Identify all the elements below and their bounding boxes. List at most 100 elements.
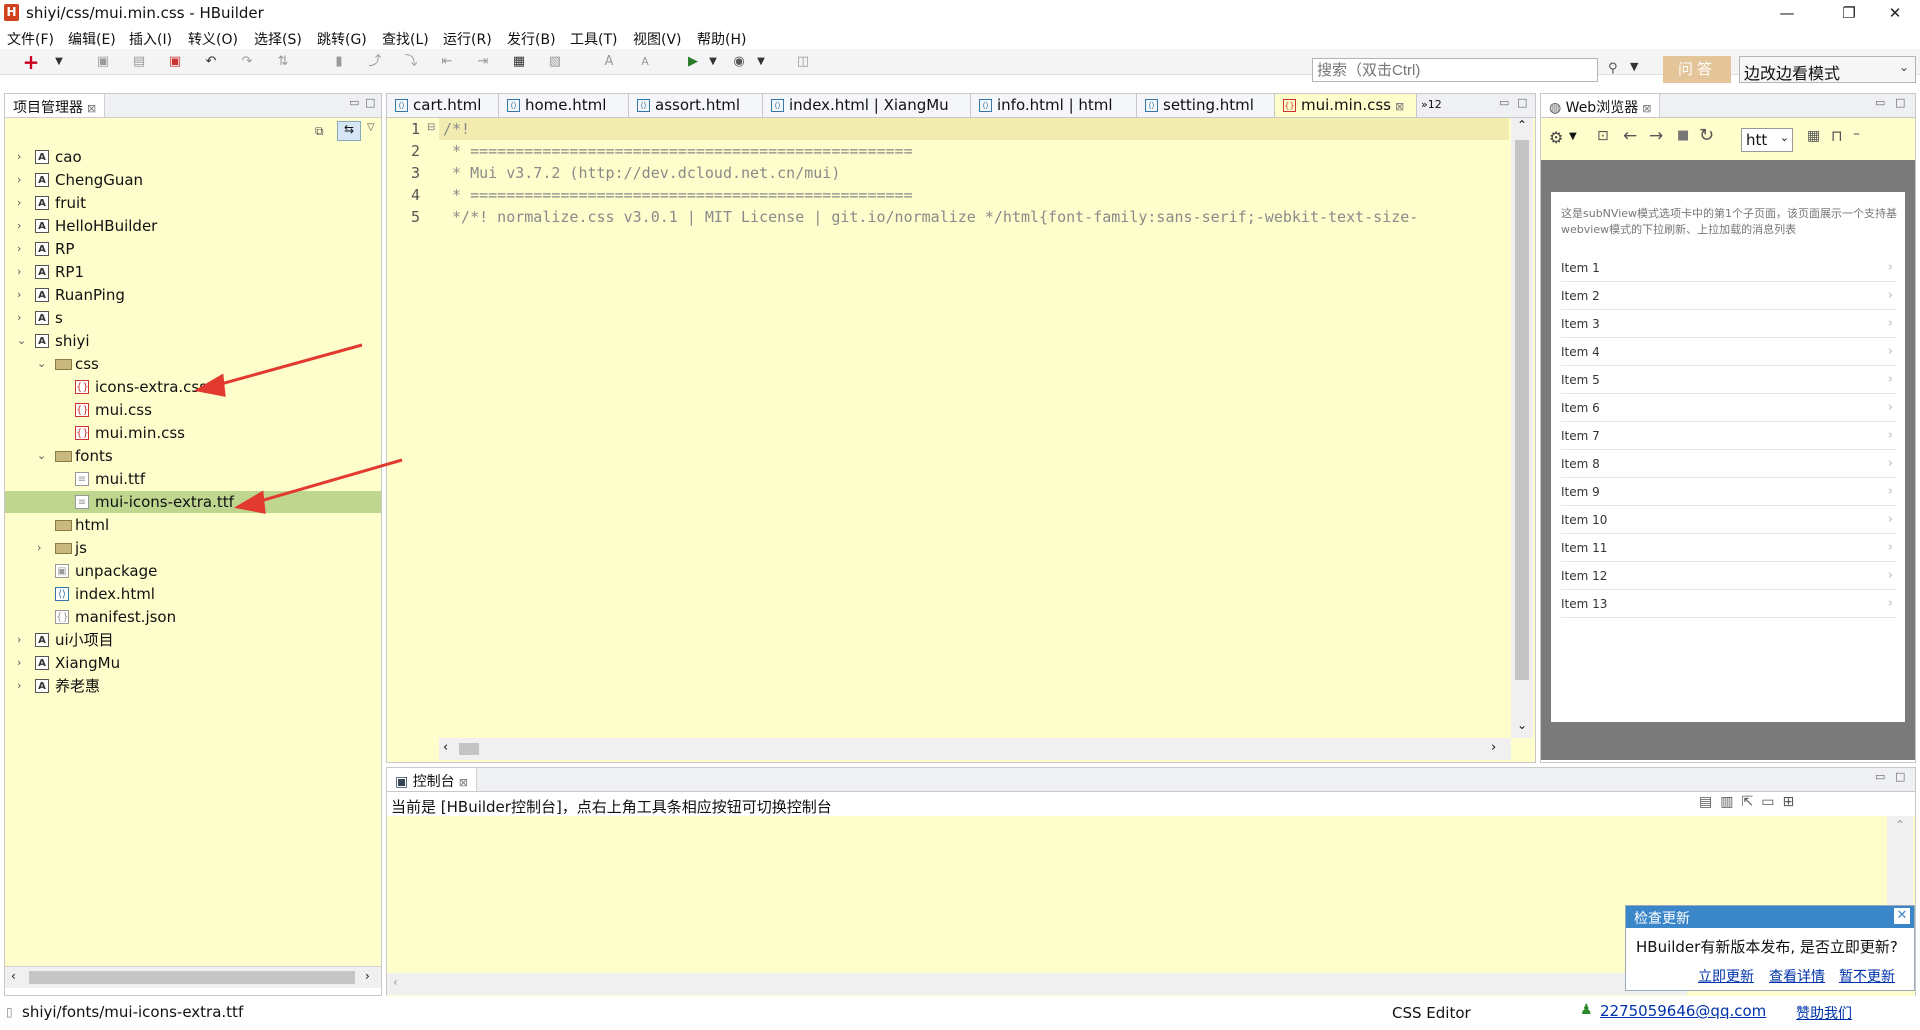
maximize-panel-icon[interactable]: □ xyxy=(1517,96,1527,109)
address-input[interactable]: htt ⌄ xyxy=(1741,128,1793,152)
minimize-button[interactable]: — xyxy=(1764,0,1810,27)
ask-button[interactable]: 问答 xyxy=(1663,56,1731,83)
search-icon[interactable]: ⚲ xyxy=(1608,61,1618,76)
prev-edit-icon[interactable]: ⤴ xyxy=(366,53,384,71)
close-file-icon[interactable]: ▣ xyxy=(166,53,184,71)
scroll-up-icon[interactable]: ⌃ xyxy=(1895,818,1905,832)
list-item[interactable]: Item 7 › xyxy=(1561,422,1897,450)
tree-item[interactable]: › A ChengGuan xyxy=(5,169,381,191)
list-item[interactable]: Item 12 › xyxy=(1561,562,1897,590)
tree-item[interactable]: {} icons-extra.css xyxy=(5,376,381,398)
list-item[interactable]: Item 2 › xyxy=(1561,282,1897,310)
new-dropdown-icon[interactable]: ▼ xyxy=(50,53,68,71)
tree-item[interactable]: › A RuanPing xyxy=(5,284,381,306)
link-editor-icon[interactable]: ⇆ xyxy=(337,121,361,141)
list-item[interactable]: Item 1 › xyxy=(1561,254,1897,282)
scroll-thumb[interactable] xyxy=(459,743,479,755)
collapse-arrow-icon[interactable]: › xyxy=(17,238,21,260)
minimize-panel-icon[interactable]: ▭ xyxy=(1875,96,1885,109)
close-icon[interactable]: ✕ xyxy=(1894,908,1910,924)
tree-item[interactable]: html xyxy=(5,514,381,536)
save-all-icon[interactable]: ▤ xyxy=(130,53,148,71)
menu-find[interactable]: 查找(L) xyxy=(382,29,429,49)
display-console-icon[interactable]: ▭ xyxy=(1761,794,1782,810)
scroll-left-icon[interactable]: ‹ xyxy=(443,740,448,755)
tree-item[interactable]: › Afruit xyxy=(5,192,381,214)
maximize-panel-icon[interactable]: □ xyxy=(365,96,375,109)
collapse-arrow-icon[interactable]: › xyxy=(17,652,21,674)
more-icon[interactable]: – xyxy=(1853,126,1860,142)
gear-icon[interactable]: ⚙ xyxy=(1549,128,1563,147)
lock-icon[interactable]: ⊓ xyxy=(1831,127,1843,145)
menu-edit[interactable]: 编辑(E) xyxy=(68,29,116,49)
tab-web-browser[interactable]: ◍ Web浏览器 ⊠ xyxy=(1541,94,1661,117)
expand-arrow-icon[interactable]: ⌄ xyxy=(37,445,46,467)
fold-icon[interactable]: ⊟ xyxy=(427,122,435,133)
tree-item[interactable]: › Aui小项目 xyxy=(5,629,381,651)
skip-update-link[interactable]: 暂不更新 xyxy=(1839,966,1895,986)
tree-item[interactable]: › As xyxy=(5,307,381,329)
list-item[interactable]: Item 9 › xyxy=(1561,478,1897,506)
refresh-icon[interactable]: ↻ xyxy=(1699,125,1714,146)
tree-item[interactable]: › js xyxy=(5,537,381,559)
tab-info-html[interactable]: ⟨⟩ info.html | html xyxy=(971,94,1137,117)
save-icon[interactable]: ▣ xyxy=(94,53,112,71)
search-dropdown-icon[interactable]: ▼ xyxy=(1630,60,1638,73)
minimize-panel-icon[interactable]: ▭ xyxy=(1499,96,1509,109)
comment-icon[interactable]: ▦ xyxy=(510,53,528,71)
debug-icon[interactable]: ◉ xyxy=(730,53,748,71)
forward-icon[interactable]: → xyxy=(1649,126,1663,146)
tree-item[interactable]: › A HelloHBuilder xyxy=(5,215,381,237)
mode-select[interactable]: 边改边看模式 ⌄ xyxy=(1739,56,1916,83)
restore-button[interactable]: ❐ xyxy=(1826,0,1872,27)
font-decrease-icon[interactable]: A xyxy=(636,53,654,71)
go-start-icon[interactable]: ⇤ xyxy=(438,53,456,71)
expand-arrow-icon[interactable]: ⌄ xyxy=(17,330,26,352)
tree-item[interactable]: › A 养老惠 xyxy=(5,675,381,697)
sponsor-link[interactable]: 赞助我们 xyxy=(1796,1003,1852,1023)
go-end-icon[interactable]: ⇥ xyxy=(474,53,492,71)
tree-item[interactable]: ⟨⟩ index.html xyxy=(5,583,381,605)
pin-console-icon[interactable]: ⇱ xyxy=(1741,794,1761,810)
tab-assort-html[interactable]: ⟨⟩ assort.html xyxy=(629,94,763,117)
tree-item[interactable]: ⌄ fonts xyxy=(5,445,381,467)
clear-console-icon[interactable]: ▤ xyxy=(1699,794,1720,810)
close-icon[interactable]: ⊠ xyxy=(1395,100,1404,113)
collapse-arrow-icon[interactable]: › xyxy=(17,169,21,191)
collapse-arrow-icon[interactable]: › xyxy=(17,146,21,168)
new-file-icon[interactable]: + xyxy=(22,52,40,72)
list-item[interactable]: Item 10 › xyxy=(1561,506,1897,534)
tree-item[interactable]: ⌄ Ashiyi xyxy=(5,330,381,352)
tab-console[interactable]: ▣ 控制台 ⊠ xyxy=(387,768,477,791)
font-increase-icon[interactable]: A xyxy=(600,53,618,71)
close-icon[interactable]: ⊠ xyxy=(87,102,96,115)
collapse-arrow-icon[interactable]: › xyxy=(37,537,41,559)
code-editor[interactable]: 1 2 3 4 5 ⊟ /*! * ======================… xyxy=(387,118,1535,762)
scroll-left-icon[interactable]: ‹ xyxy=(11,969,16,983)
next-edit-icon[interactable]: ⤵ xyxy=(402,53,420,71)
settings-dropdown-icon[interactable]: ▼ xyxy=(1569,131,1577,142)
menu-tools[interactable]: 工具(T) xyxy=(570,29,617,49)
redo-icon[interactable]: ↷ xyxy=(238,53,256,71)
scroll-left-icon[interactable]: ‹ xyxy=(393,975,398,989)
minimize-panel-icon[interactable]: ▭ xyxy=(1875,770,1885,783)
collapse-arrow-icon[interactable]: › xyxy=(17,675,21,697)
menu-escape[interactable]: 转义(O) xyxy=(188,29,238,49)
collapse-arrow-icon[interactable]: › xyxy=(17,192,21,214)
scroll-down-icon[interactable]: ⌄ xyxy=(1517,718,1527,732)
menu-publish[interactable]: 发行(B) xyxy=(507,29,556,49)
collapse-arrow-icon[interactable]: › xyxy=(17,307,21,329)
stop-icon[interactable]: ■ xyxy=(1677,128,1689,143)
tab-cart-html[interactable]: ⟨⟩ cart.html xyxy=(387,94,499,117)
bookmark-icon[interactable]: ▮ xyxy=(330,53,348,71)
list-item[interactable]: Item 5 › xyxy=(1561,366,1897,394)
tree-item[interactable]: › Acao xyxy=(5,146,381,168)
collapse-all-icon[interactable]: ⧉ xyxy=(315,124,324,139)
view-details-link[interactable]: 查看详情 xyxy=(1769,966,1825,986)
tree-item[interactable]: ≡ mui.ttf xyxy=(5,468,381,490)
back-icon[interactable]: ← xyxy=(1623,126,1637,146)
qrcode-icon[interactable]: ▦ xyxy=(1807,128,1820,144)
list-item[interactable]: Item 11 › xyxy=(1561,534,1897,562)
menu-select[interactable]: 选择(S) xyxy=(254,29,302,49)
tree-item[interactable]: ≡ mui-icons-extra.ttf xyxy=(5,491,381,513)
